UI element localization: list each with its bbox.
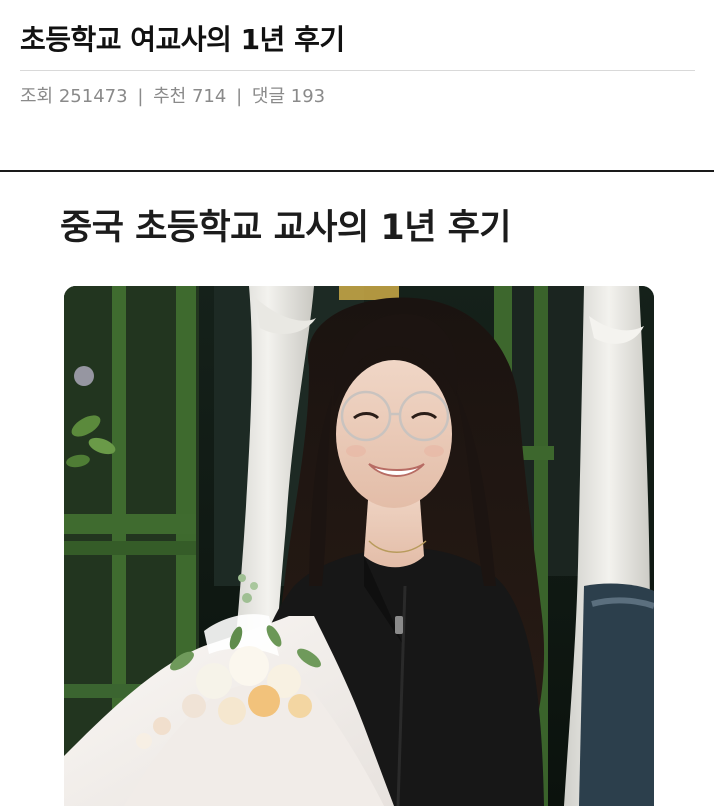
views-label: 조회 <box>20 86 54 107</box>
meta-separator: | <box>236 86 243 107</box>
views-count: 251473 <box>58 86 128 107</box>
photo-illustration <box>64 286 654 806</box>
post-header: 초등학교 여교사의 1년 후기 조회 251473 | 추천 714 | 댓글 … <box>0 0 714 172</box>
title-divider <box>20 70 695 71</box>
meta-separator: | <box>137 86 144 107</box>
post-title: 초등학교 여교사의 1년 후기 <box>20 23 345 56</box>
post-photo[interactable] <box>64 286 654 806</box>
post-body: 중국 초등학교 교사의 1년 후기 <box>0 172 714 806</box>
recommend-count: 714 <box>191 86 227 107</box>
comments-label: 댓글 <box>251 86 286 107</box>
recommend-label: 추천 <box>153 86 187 107</box>
post-meta: 조회 251473 | 추천 714 | 댓글 193 <box>20 83 325 111</box>
embedded-title: 중국 초등학교 교사의 1년 후기 <box>60 208 512 248</box>
comments-count: 193 <box>290 86 326 107</box>
